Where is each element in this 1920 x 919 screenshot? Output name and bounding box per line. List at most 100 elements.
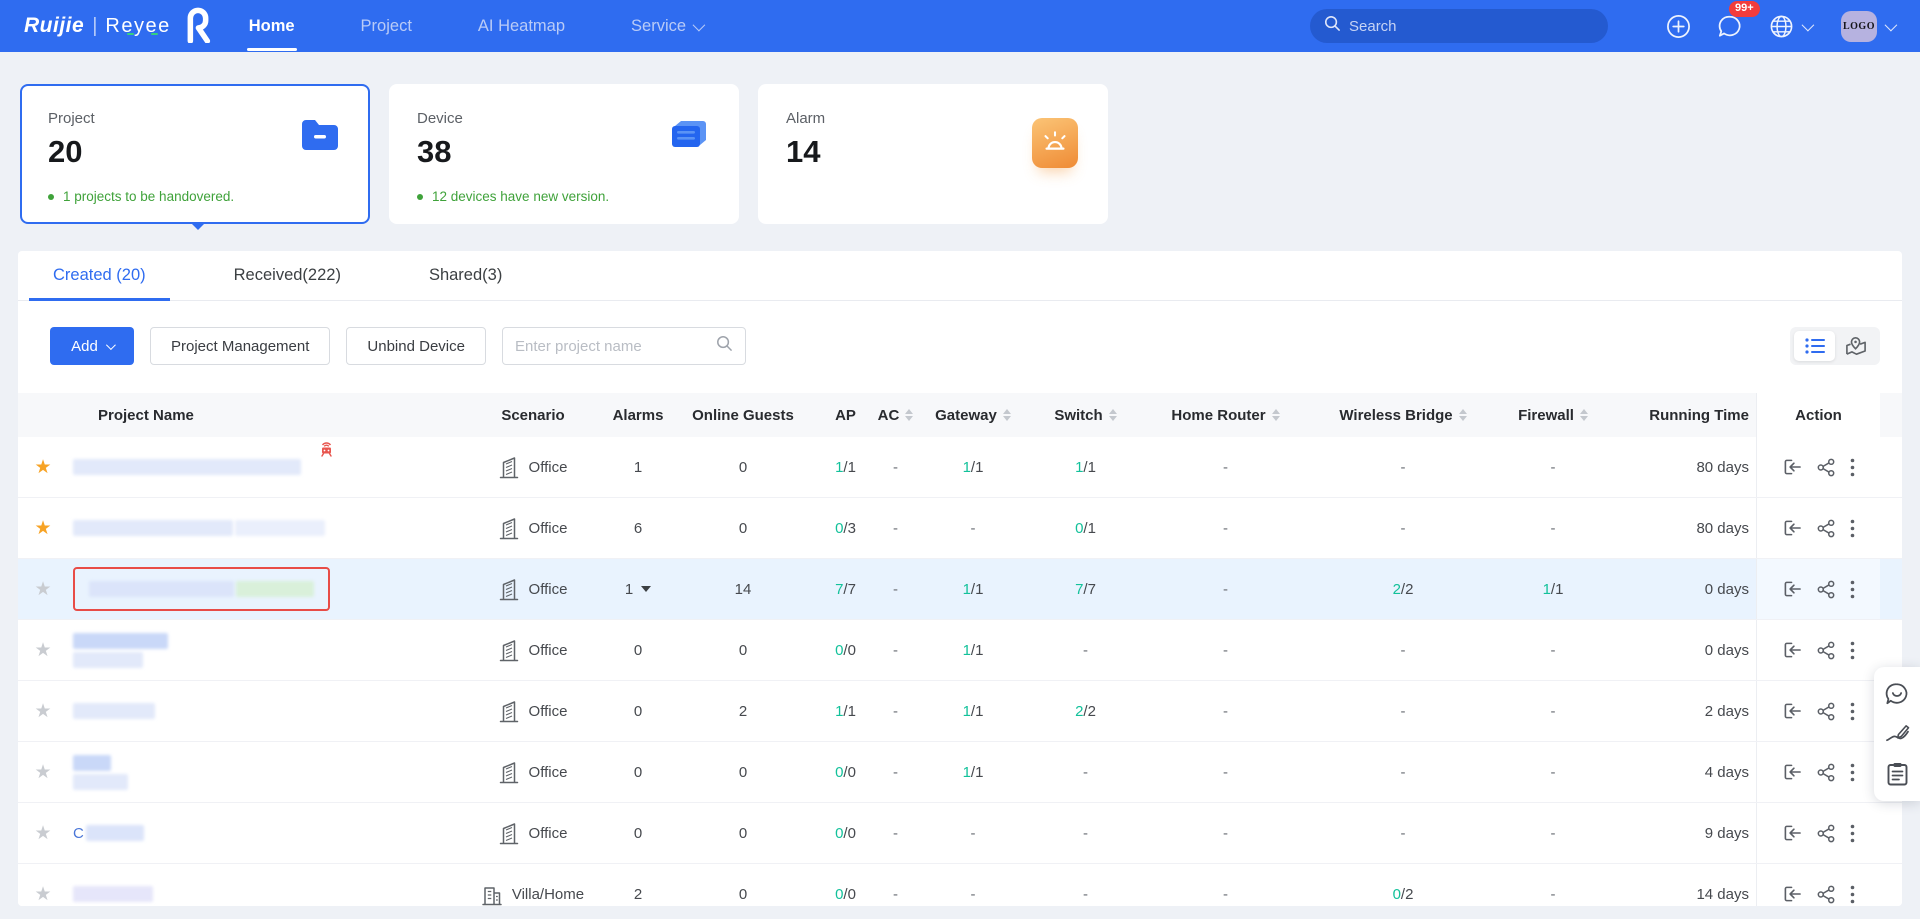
project-search[interactable] bbox=[502, 327, 746, 365]
tab-shared[interactable]: Shared(3) bbox=[427, 266, 504, 300]
favorite-star-icon[interactable]: ★ bbox=[34, 580, 51, 599]
favorite-star-icon[interactable]: ★ bbox=[34, 519, 51, 538]
empty-value: - bbox=[1401, 825, 1406, 842]
takeover-icon[interactable] bbox=[1783, 458, 1802, 476]
favorite-star-icon[interactable]: ★ bbox=[34, 763, 51, 782]
project-name-redacted[interactable] bbox=[73, 520, 325, 536]
project-name-redacted[interactable] bbox=[86, 825, 144, 841]
projects-panel: Created (20) Received(222) Shared(3) Add… bbox=[18, 251, 1902, 906]
global-search-input[interactable] bbox=[1349, 18, 1579, 35]
nav-item-project[interactable]: Project bbox=[359, 0, 414, 52]
tab-created[interactable]: Created (20) bbox=[51, 266, 148, 300]
more-icon[interactable] bbox=[1850, 641, 1855, 660]
running-time: 9 days bbox=[1705, 825, 1749, 842]
nav-item-home[interactable]: Home bbox=[247, 0, 297, 52]
favorite-star-icon[interactable]: ★ bbox=[34, 702, 51, 721]
share-icon[interactable] bbox=[1817, 763, 1835, 782]
sort-toggle[interactable] bbox=[1459, 409, 1467, 422]
nav-item-service[interactable]: Service bbox=[629, 0, 704, 52]
takeover-icon[interactable] bbox=[1783, 519, 1802, 537]
more-icon[interactable] bbox=[1850, 519, 1855, 538]
map-view-icon[interactable] bbox=[1835, 331, 1876, 361]
project-stat-card[interactable]: Project 20 1 projects to be handovered. bbox=[20, 84, 370, 224]
device-stat-card[interactable]: Device 38 12 devices have new version. bbox=[389, 84, 739, 224]
sort-toggle[interactable] bbox=[1109, 409, 1117, 422]
chat-smile-icon[interactable] bbox=[1885, 682, 1909, 706]
sort-toggle[interactable] bbox=[1580, 409, 1588, 422]
more-icon[interactable] bbox=[1850, 885, 1855, 904]
share-icon[interactable] bbox=[1817, 641, 1835, 660]
language-globe-icon[interactable] bbox=[1769, 14, 1811, 39]
share-icon[interactable] bbox=[1817, 824, 1835, 843]
project-name-redacted[interactable] bbox=[89, 581, 314, 597]
feedback-pen-icon[interactable] bbox=[1885, 723, 1910, 745]
account-avatar[interactable]: LOGO bbox=[1841, 11, 1877, 42]
project-search-input[interactable] bbox=[515, 338, 716, 355]
cell-action bbox=[1756, 742, 1880, 802]
column-header-home_router[interactable]: Home Router bbox=[1143, 393, 1308, 437]
takeover-icon[interactable] bbox=[1783, 885, 1802, 903]
favorite-star-icon[interactable]: ★ bbox=[34, 641, 51, 660]
table-row[interactable]: ★Office000/0-1/1----4 days bbox=[18, 742, 1902, 803]
messages-icon[interactable]: 99+ bbox=[1717, 14, 1743, 39]
add-button[interactable]: Add bbox=[50, 327, 134, 365]
cell-ac: - bbox=[873, 864, 918, 906]
table-row[interactable]: ★Office101/1-1/11/1---80 days bbox=[18, 437, 1902, 498]
project-management-button[interactable]: Project Management bbox=[150, 327, 330, 365]
project-name-redacted[interactable] bbox=[73, 703, 155, 719]
cell-gateway: 1/1 bbox=[918, 620, 1028, 680]
empty-value: - bbox=[1551, 825, 1556, 842]
share-icon[interactable] bbox=[1817, 885, 1835, 904]
card-value: 20 bbox=[48, 134, 342, 170]
favorite-star-icon[interactable]: ★ bbox=[34, 824, 51, 843]
table-row[interactable]: ★Office021/1-1/12/2---2 days bbox=[18, 681, 1902, 742]
empty-value: - bbox=[893, 825, 898, 842]
brand-reyee: Reyee bbox=[105, 15, 170, 38]
share-icon[interactable] bbox=[1817, 458, 1835, 477]
project-name-redacted[interactable] bbox=[73, 755, 128, 790]
favorite-star-icon[interactable]: ★ bbox=[34, 458, 51, 477]
table-row[interactable]: ★Office1147/7-1/17/7-2/21/10 days bbox=[18, 559, 1902, 620]
takeover-icon[interactable] bbox=[1783, 702, 1802, 720]
view-toggle bbox=[1790, 327, 1880, 365]
column-header-firewall[interactable]: Firewall bbox=[1498, 393, 1608, 437]
alarms-dropdown-caret[interactable] bbox=[641, 586, 651, 592]
sort-toggle[interactable] bbox=[905, 409, 913, 422]
alarm-stat-card[interactable]: Alarm 14 bbox=[758, 84, 1108, 224]
more-icon[interactable] bbox=[1850, 824, 1855, 843]
project-name-redacted[interactable] bbox=[73, 633, 168, 668]
share-icon[interactable] bbox=[1817, 519, 1835, 538]
share-icon[interactable] bbox=[1817, 580, 1835, 599]
tab-received[interactable]: Received(222) bbox=[232, 266, 343, 300]
takeover-icon[interactable] bbox=[1783, 824, 1802, 842]
table-row[interactable]: ★Office000/0-1/1----0 days bbox=[18, 620, 1902, 681]
favorite-star-icon[interactable]: ★ bbox=[34, 885, 51, 904]
column-header-switch[interactable]: Switch bbox=[1028, 393, 1143, 437]
project-name-redacted[interactable] bbox=[73, 459, 301, 475]
sort-toggle[interactable] bbox=[1003, 409, 1011, 422]
share-icon[interactable] bbox=[1817, 702, 1835, 721]
account-chevron-down-icon[interactable] bbox=[1885, 18, 1898, 31]
add-circle-icon[interactable] bbox=[1666, 14, 1691, 39]
cell-home_router: - bbox=[1143, 742, 1308, 802]
table-row[interactable]: ★Villa/Home200/0----0/2-14 days bbox=[18, 864, 1902, 906]
survey-clipboard-icon[interactable] bbox=[1887, 762, 1908, 786]
more-icon[interactable] bbox=[1850, 763, 1855, 782]
more-icon[interactable] bbox=[1850, 458, 1855, 477]
takeover-icon[interactable] bbox=[1783, 580, 1802, 598]
more-icon[interactable] bbox=[1850, 580, 1855, 599]
more-icon[interactable] bbox=[1850, 702, 1855, 721]
takeover-icon[interactable] bbox=[1783, 641, 1802, 659]
column-header-ac[interactable]: AC bbox=[873, 393, 918, 437]
unbind-device-button[interactable]: Unbind Device bbox=[346, 327, 486, 365]
table-row[interactable]: ★COffice000/0------9 days bbox=[18, 803, 1902, 864]
column-header-wireless_bridge[interactable]: Wireless Bridge bbox=[1308, 393, 1498, 437]
nav-item-ai-heatmap[interactable]: AI Heatmap bbox=[476, 0, 567, 52]
project-name-redacted[interactable] bbox=[73, 886, 153, 902]
table-row[interactable]: ★Office600/3--0/1---80 days bbox=[18, 498, 1902, 559]
column-header-gateway[interactable]: Gateway bbox=[918, 393, 1028, 437]
global-search[interactable] bbox=[1310, 9, 1608, 43]
takeover-icon[interactable] bbox=[1783, 763, 1802, 781]
list-view-icon[interactable] bbox=[1794, 331, 1835, 361]
sort-toggle[interactable] bbox=[1272, 409, 1280, 422]
